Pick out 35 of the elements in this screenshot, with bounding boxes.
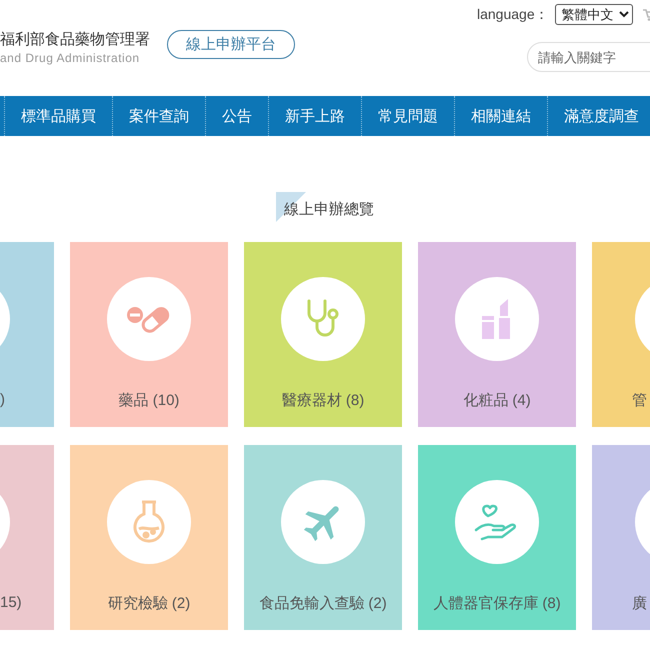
nav-link[interactable]: 公告 [205, 96, 268, 136]
section-title: 線上申辦總覽 [284, 201, 374, 218]
category-label: 藥品 (10) [118, 391, 180, 410]
nav-link[interactable]: 滿意度調查 [547, 96, 650, 136]
category-label: 管 [632, 391, 647, 410]
category-card[interactable]: 管 [592, 242, 650, 427]
category-card[interactable]: 醫療器材 (8) [244, 242, 402, 427]
category-label: 研究檢驗 (2) [108, 594, 190, 613]
category-label: 食品免輸入查驗 (2) [259, 594, 387, 613]
category-label: ) [0, 391, 5, 408]
category-label: 人體器官保存庫 (8) [433, 594, 561, 613]
category-card[interactable]: 食品免輸入查驗 (2) [244, 445, 402, 630]
category-card[interactable]: 廣 [592, 445, 650, 630]
nav-link[interactable]: 案件查詢 [112, 96, 205, 136]
category-label: 廣 [632, 594, 647, 613]
language-select[interactable]: 繁體中文 [554, 4, 633, 25]
nav-link[interactable]: 新手上路 [268, 96, 361, 136]
nav-link[interactable]: 常見問題 [361, 96, 454, 136]
category-card[interactable]: 人體器官保存庫 (8) [418, 445, 576, 630]
category-label: 化粧品 (4) [463, 391, 531, 410]
category-label: 15) [0, 594, 22, 611]
agency-name-english: and Drug Administration [0, 51, 141, 65]
flask-icon [132, 499, 166, 545]
category-card[interactable]: 化粧品 (4) [418, 242, 576, 427]
category-card[interactable]: 藥品 (10) [70, 242, 228, 427]
nav-link[interactable]: 相關連結 [454, 96, 547, 136]
agency-name: 福利部食品藥物管理署 [0, 30, 150, 49]
platform-button[interactable]: 線上申辦平台 [167, 30, 295, 59]
category-card[interactable]: 研究檢驗 (2) [70, 445, 228, 630]
category-card[interactable]: ) [0, 242, 54, 427]
nav-link[interactable]: 標準品購買 [4, 96, 112, 136]
search-field[interactable]: 請輸入關鍵字 [527, 42, 650, 72]
category-label: 醫療器材 (8) [282, 391, 364, 410]
language-label: language： [477, 6, 549, 24]
category-card[interactable]: 15) [0, 445, 54, 630]
